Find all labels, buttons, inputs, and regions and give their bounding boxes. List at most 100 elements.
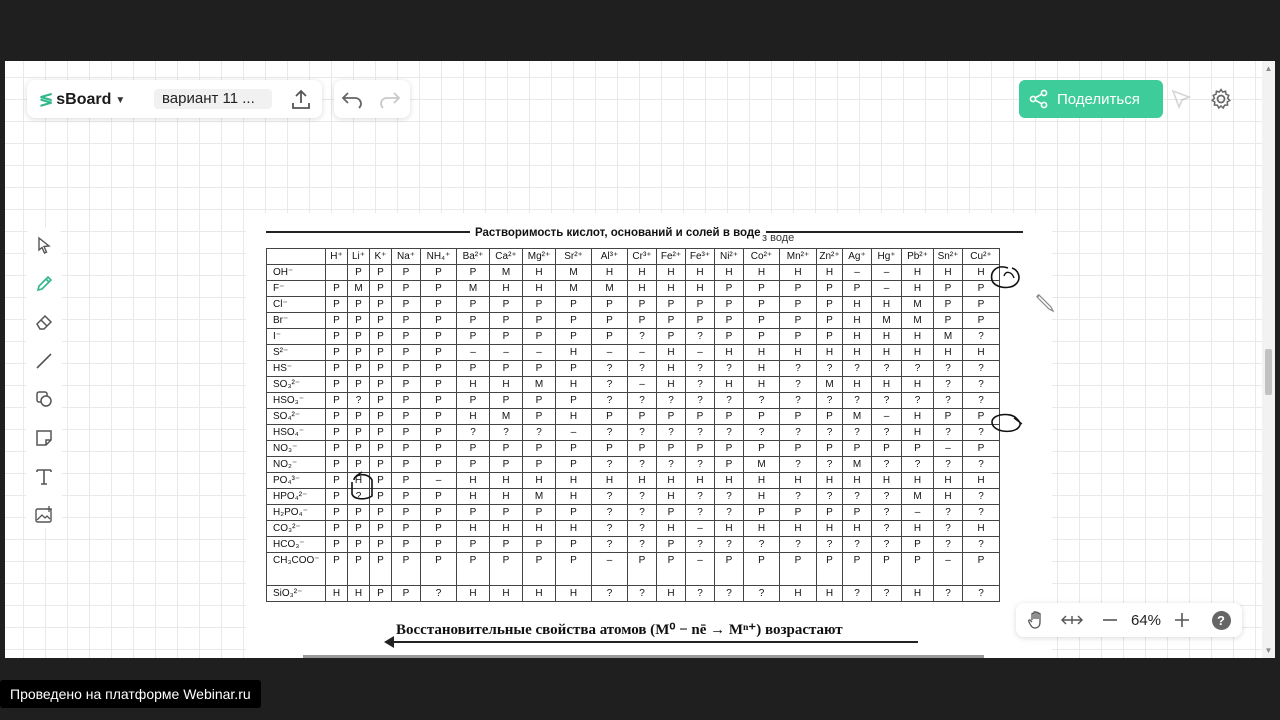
solubility-cell: Р xyxy=(816,440,843,457)
follow-cursor-icon[interactable] xyxy=(1170,88,1192,110)
pencil-cursor-icon xyxy=(1036,294,1055,313)
solubility-cell: ? xyxy=(627,424,657,441)
board-header-panel: ≶ sBoard ▼ вариант 11 ... xyxy=(27,80,322,118)
table-row: OH⁻ Р Р Р Р Р М Н М Н Н Н Н Н Н Н Н – – Н Н Н xyxy=(266,264,1000,281)
scroll-up-icon[interactable]: ▲ xyxy=(1263,63,1274,74)
text-tool[interactable] xyxy=(32,465,56,489)
solubility-cell: Н xyxy=(816,264,843,281)
undo-icon[interactable] xyxy=(340,87,364,111)
solubility-cell: Р xyxy=(325,520,348,537)
solubility-cell: Р xyxy=(714,456,744,473)
solubility-cell: Н xyxy=(456,376,490,393)
vertical-scrollbar[interactable]: ▲ ▼ xyxy=(1262,61,1275,658)
solubility-cell: ? xyxy=(743,536,780,553)
solubility-cell: Н xyxy=(901,585,934,602)
solubility-cell: Р xyxy=(816,280,843,297)
solubility-cell: Р xyxy=(420,504,457,521)
solubility-cell: М xyxy=(555,280,592,297)
solubility-cell: Р xyxy=(456,552,490,586)
scrollbar-thumb[interactable] xyxy=(1265,349,1272,395)
solubility-cell: Р xyxy=(962,296,1000,313)
solubility-cell: Р xyxy=(685,408,715,425)
hand-tool-button[interactable] xyxy=(1024,608,1048,632)
solubility-cell: – xyxy=(591,552,628,586)
line-tool[interactable] xyxy=(32,349,56,373)
cation-header: Fe³⁺ xyxy=(685,248,715,265)
solubility-cell: Р xyxy=(842,504,872,521)
table-row: PO₄³⁻ Р Н Р Р – Н Н Н Н Н Н Н Н Н Н Н Н Н Н Н Н Н xyxy=(266,472,1000,489)
solubility-cell: ? xyxy=(627,585,657,602)
anion-label: HPO₄²⁻ xyxy=(266,488,326,505)
solubility-cell: ? xyxy=(962,504,1000,521)
shapes-icon xyxy=(36,391,52,407)
solubility-cell: Р xyxy=(420,408,457,425)
shapes-tool[interactable] xyxy=(32,387,56,411)
board-name-field[interactable]: вариант 11 ... xyxy=(154,89,272,109)
solubility-cell: М xyxy=(591,280,628,297)
zoom-in-button[interactable] xyxy=(1170,608,1194,632)
solubility-cell: Р xyxy=(347,360,370,377)
solubility-cell: Р xyxy=(816,552,843,586)
solubility-cell: Р xyxy=(347,264,370,281)
cation-header: Fe²⁺ xyxy=(656,248,686,265)
zoom-level[interactable]: 64% xyxy=(1124,608,1168,632)
solubility-cell: Р xyxy=(347,296,370,313)
solubility-cell: Р xyxy=(369,585,392,602)
solubility-cell: Р xyxy=(456,264,490,281)
solubility-cell: Н xyxy=(933,344,963,361)
solubility-cell: Р xyxy=(325,424,348,441)
solubility-cell: Н xyxy=(325,585,348,602)
solubility-cell: Р xyxy=(714,296,744,313)
gear-icon[interactable] xyxy=(1209,87,1233,111)
fit-width-button[interactable] xyxy=(1060,608,1084,632)
solubility-cell: ? xyxy=(842,536,872,553)
solubility-cell: Р xyxy=(627,440,657,457)
annotation-circle-li-po4[interactable] xyxy=(346,470,376,502)
solubility-cell: Р xyxy=(369,264,392,281)
help-button[interactable]: ? xyxy=(1210,608,1232,632)
solubility-cell: Р xyxy=(391,440,421,457)
table-row: NO₃⁻ Р Р Р Р Р Р Р Р Р Р Р Р Р Р Р Р Р Р Р Р – Р xyxy=(266,440,1000,457)
solubility-cell: Р xyxy=(591,440,628,457)
sboard-logo[interactable]: ≶ sBoard ▼ xyxy=(39,90,125,110)
solubility-cell: Р xyxy=(743,296,780,313)
solubility-cell: Н xyxy=(456,408,490,425)
solubility-cell: Н xyxy=(901,344,934,361)
redo-icon[interactable] xyxy=(378,87,402,111)
solubility-cell: Р xyxy=(391,264,421,281)
solubility-cell: ? xyxy=(685,376,715,393)
solubility-cell: Р xyxy=(933,280,963,297)
solubility-cell: Р xyxy=(391,552,421,586)
solubility-cell: Р xyxy=(522,392,556,409)
solubility-cell: – xyxy=(933,440,963,457)
solubility-cell: Н xyxy=(714,520,744,537)
solubility-cell: Р xyxy=(369,376,392,393)
scroll-down-icon[interactable]: ▼ xyxy=(1263,645,1274,656)
zoom-out-button[interactable] xyxy=(1098,608,1122,632)
anion-label: CO₃²⁻ xyxy=(266,520,326,537)
solubility-cell: ? xyxy=(871,456,902,473)
solubility-cell: – xyxy=(842,264,872,281)
solubility-cell: Р xyxy=(656,312,686,329)
solubility-cell: ? xyxy=(962,456,1000,473)
solubility-cell: ? xyxy=(522,424,556,441)
solubility-cell: ? xyxy=(627,456,657,473)
cation-header: Li⁺ xyxy=(347,248,370,265)
solubility-cell: Р xyxy=(369,312,392,329)
solubility-cell: Н xyxy=(962,520,1000,537)
solubility-cell: ? xyxy=(714,488,744,505)
annotation-circle-cu-so4[interactable] xyxy=(986,410,1026,436)
solubility-cell: Р xyxy=(420,456,457,473)
cation-header: H⁺ xyxy=(325,248,348,265)
image-tool[interactable] xyxy=(32,503,56,527)
share-button[interactable]: Поделиться xyxy=(1019,80,1163,118)
pen-tool[interactable] xyxy=(32,272,56,296)
annotation-circle-cu-oh[interactable] xyxy=(986,260,1026,292)
eraser-tool[interactable] xyxy=(32,310,56,334)
select-tool[interactable] xyxy=(32,233,56,257)
solubility-cell: Р xyxy=(656,408,686,425)
solubility-cell: Р xyxy=(420,376,457,393)
solubility-cell: Р xyxy=(391,456,421,473)
sticky-note-tool[interactable] xyxy=(32,426,56,450)
upload-icon[interactable] xyxy=(289,88,313,112)
